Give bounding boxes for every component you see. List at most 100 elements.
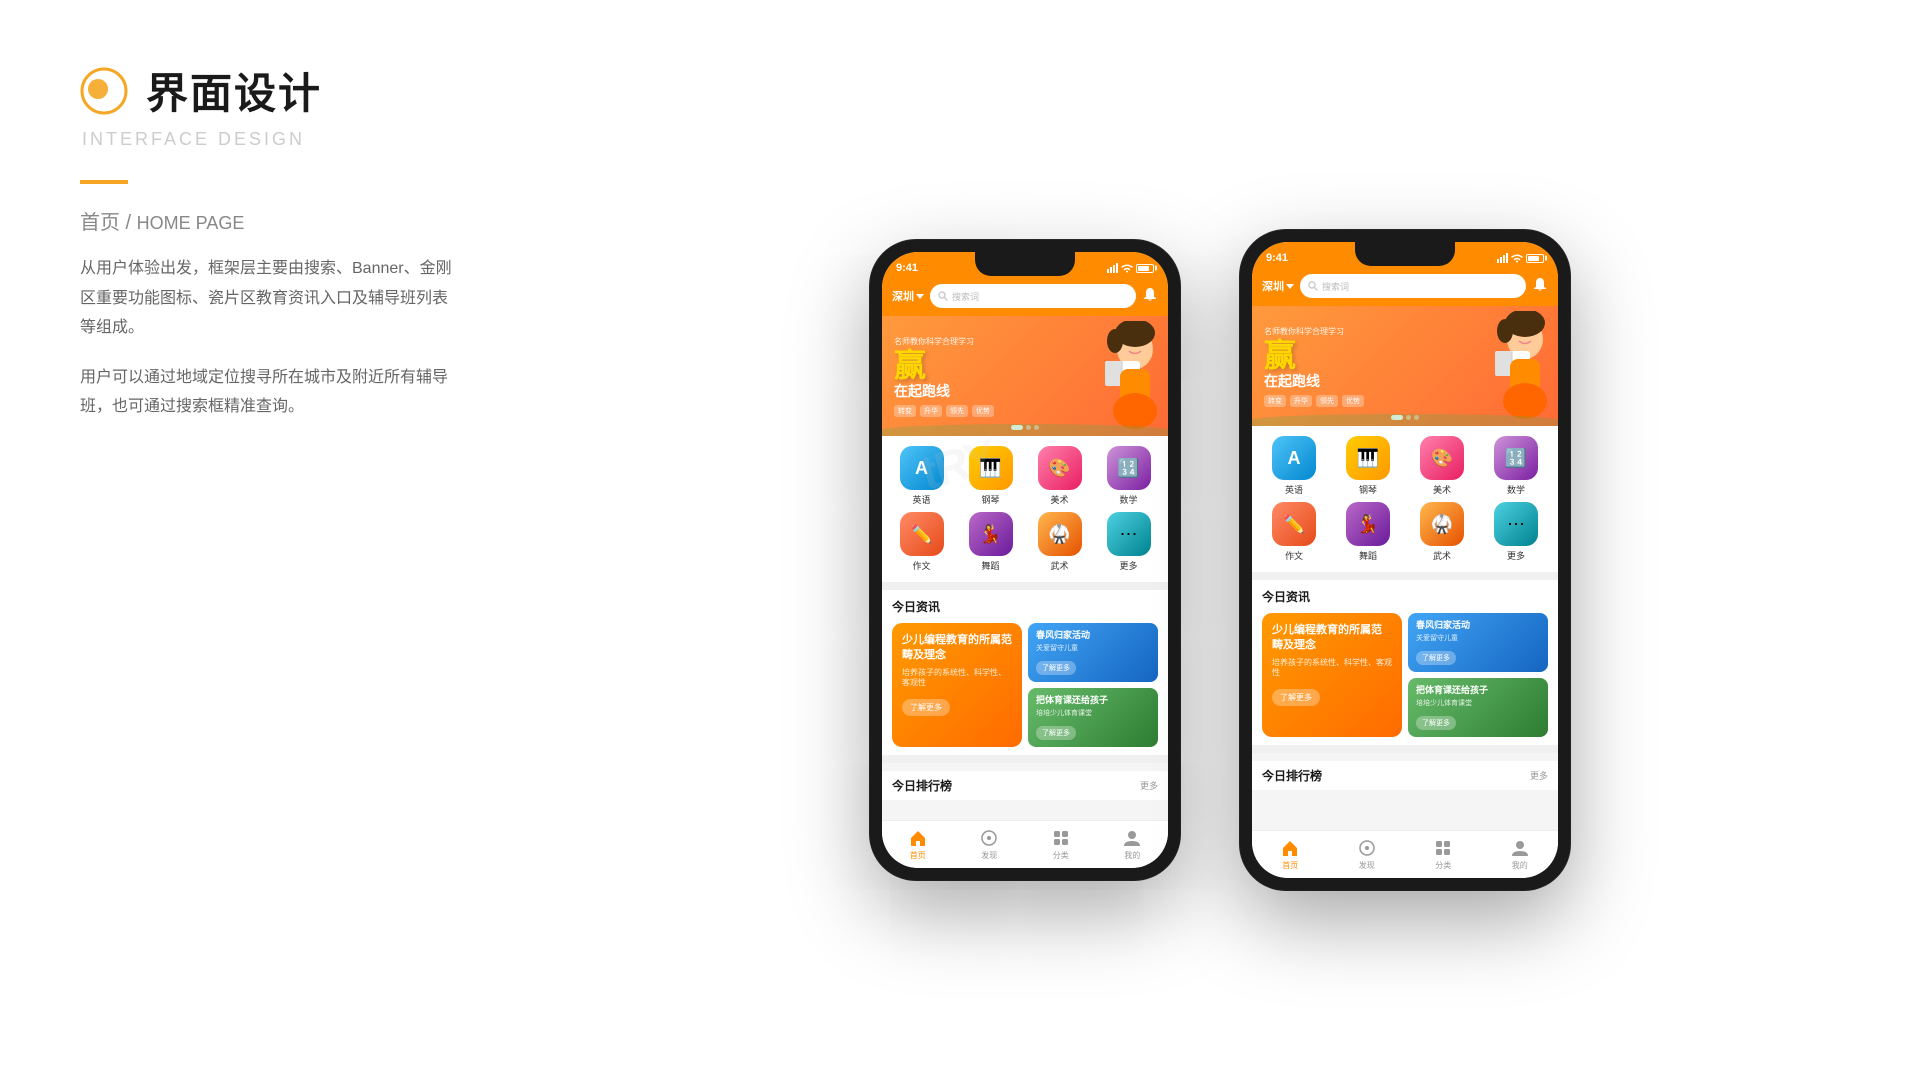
banner-win-char-2: 赢 bbox=[1264, 337, 1296, 373]
icon-martial-box-2: 🥋 bbox=[1420, 502, 1464, 546]
news-small2-desc-1: 培培少儿体育课堂 bbox=[1036, 710, 1150, 718]
icon-item-piano-2[interactable]: 🎹 钢琴 bbox=[1334, 436, 1402, 496]
icon-item-math-1[interactable]: 🔢 数学 bbox=[1097, 446, 1160, 506]
bell-icon-2[interactable] bbox=[1532, 277, 1548, 296]
status-icons-1 bbox=[1107, 263, 1154, 273]
battery-icon-2 bbox=[1526, 254, 1544, 263]
location-1[interactable]: 深圳 bbox=[892, 288, 924, 304]
search-icon-1 bbox=[938, 291, 948, 301]
news-small1-title-2: 春风归家活动 bbox=[1416, 620, 1540, 632]
location-2[interactable]: 深圳 bbox=[1262, 278, 1294, 294]
icon-item-math-2[interactable]: 🔢 数学 bbox=[1482, 436, 1550, 496]
banner-win-char: 赢 bbox=[894, 347, 926, 383]
search-bar-2[interactable]: 搜索词 bbox=[1300, 274, 1526, 298]
icon-item-art-1[interactable]: 🎨 美术 bbox=[1028, 446, 1091, 506]
icon-item-dance-2[interactable]: 💃 舞蹈 bbox=[1334, 502, 1402, 562]
logo-icon bbox=[80, 67, 128, 115]
icon-label-writing-2: 作文 bbox=[1285, 549, 1303, 562]
icon-label-more-2: 更多 bbox=[1507, 549, 1525, 562]
news-big-btn-2[interactable]: 了解更多 bbox=[1272, 689, 1320, 706]
search-placeholder-1: 搜索词 bbox=[952, 290, 979, 303]
icon-item-english-2[interactable]: A 英语 bbox=[1260, 436, 1328, 496]
nav-item-profile-2[interactable]: 我的 bbox=[1482, 838, 1559, 871]
nav-label-category-1: 分类 bbox=[1053, 850, 1069, 861]
ranking-section-2: 今日排行榜 更多 bbox=[1252, 761, 1558, 790]
news-card-blue-2[interactable]: 春风归家活动 关爱留守儿童 了解更多 bbox=[1408, 613, 1548, 672]
news-small1-desc-2: 关爱留守儿童 bbox=[1416, 635, 1540, 643]
search-icon-2 bbox=[1308, 281, 1318, 291]
news-section-2: 今日资讯 少儿编程教育的所属范畴及理念 培养孩子的系统性、科学性、客观性 了解更… bbox=[1252, 580, 1558, 745]
nav-item-discover-2[interactable]: 发现 bbox=[1329, 838, 1406, 871]
discover-icon-1 bbox=[979, 828, 999, 848]
page-title-en: INTERFACE DESIGN bbox=[82, 129, 460, 150]
nav-label-home-1: 首页 bbox=[910, 850, 926, 861]
news-big-btn-1[interactable]: 了解更多 bbox=[902, 699, 950, 716]
icon-item-piano-1[interactable]: 🎹 钢琴 bbox=[959, 446, 1022, 506]
icon-item-writing-2[interactable]: ✏️ 作文 bbox=[1260, 502, 1328, 562]
news-small1-title-1: 春风归家活动 bbox=[1036, 630, 1150, 642]
news-small2-desc-2: 培培少儿体育课堂 bbox=[1416, 700, 1540, 708]
phone-screen-1: 9:41 深圳 bbox=[882, 252, 1168, 868]
news-card-big-1[interactable]: 少儿编程教育的所属范畴及理念 培养孩子的系统性、科学性、客观性 了解更多 bbox=[892, 623, 1022, 747]
battery-icon-1 bbox=[1136, 264, 1154, 273]
news-small1-btn-1[interactable]: 了解更多 bbox=[1036, 661, 1076, 675]
icon-item-more-2[interactable]: ⋯ 更多 bbox=[1482, 502, 1550, 562]
banner-1: 名师教你科学合理学习 赢 在起跑线 转变 升华 领先 优势 bbox=[882, 316, 1168, 436]
nav-item-home-1[interactable]: 首页 bbox=[882, 828, 954, 861]
news-grid-1: 少儿编程教育的所属范畴及理念 培养孩子的系统性、科学性、客观性 了解更多 春风归… bbox=[892, 623, 1158, 747]
ranking-more-1[interactable]: 更多 bbox=[1140, 779, 1158, 792]
nav-item-discover-1[interactable]: 发现 bbox=[954, 828, 1026, 861]
icon-piano-box-2: 🎹 bbox=[1346, 436, 1390, 480]
ranking-more-2[interactable]: 更多 bbox=[1530, 769, 1548, 782]
page-title-cn: 界面设计 bbox=[146, 60, 322, 121]
icon-item-dance-1[interactable]: 💃 舞蹈 bbox=[959, 512, 1022, 572]
phone-mockup-1: 9:41 深圳 bbox=[870, 240, 1180, 880]
app-header-1: 深圳 搜索词 bbox=[882, 280, 1168, 316]
news-big-desc-2: 培养孩子的系统性、科学性、客观性 bbox=[1272, 658, 1392, 679]
banner-tag1: 转变 bbox=[894, 405, 916, 417]
nav-label-category-2: 分类 bbox=[1435, 860, 1451, 871]
banner-tag2-2: 升华 bbox=[1290, 395, 1312, 407]
news-card-green-2[interactable]: 把体育课还给孩子 培培少儿体育课堂 了解更多 bbox=[1408, 678, 1548, 737]
icon-item-art-2[interactable]: 🎨 美术 bbox=[1408, 436, 1476, 496]
icon-writing-box-2: ✏️ bbox=[1272, 502, 1316, 546]
banner-2: 名师教你科学合理学习 赢 在起跑线 转变 升华 领先 优势 bbox=[1252, 306, 1558, 426]
news-small2-btn-1[interactable]: 了解更多 bbox=[1036, 726, 1076, 740]
search-placeholder-2: 搜索词 bbox=[1322, 280, 1349, 293]
banner-tag3: 领先 bbox=[946, 405, 968, 417]
nav-item-category-2[interactable]: 分类 bbox=[1405, 838, 1482, 871]
home-icon-1 bbox=[908, 828, 928, 848]
icon-item-more-1[interactable]: ⋯ 更多 bbox=[1097, 512, 1160, 572]
icon-item-martial-1[interactable]: 🥋 武术 bbox=[1028, 512, 1091, 572]
news-card-big-2[interactable]: 少儿编程教育的所属范畴及理念 培养孩子的系统性、科学性、客观性 了解更多 bbox=[1262, 613, 1402, 737]
icon-label-math-2: 数学 bbox=[1507, 483, 1525, 496]
news-small1-btn-2[interactable]: 了解更多 bbox=[1416, 651, 1456, 665]
news-card-small-1[interactable]: 春风归家活动 关爱留守儿童 了解更多 bbox=[1028, 623, 1158, 682]
nav-item-home-2[interactable]: 首页 bbox=[1252, 838, 1329, 871]
status-time-1: 9:41 bbox=[896, 262, 918, 274]
ranking-title-1: 今日排行榜 bbox=[892, 777, 952, 794]
news-card-small-2[interactable]: 把体育课还给孩子 培培少儿体育课堂 了解更多 bbox=[1028, 688, 1158, 747]
nav-item-profile-1[interactable]: 我的 bbox=[1097, 828, 1169, 861]
icon-math-box-2: 🔢 bbox=[1494, 436, 1538, 480]
bell-icon-1[interactable] bbox=[1142, 287, 1158, 306]
icon-item-writing-1[interactable]: ✏️ 作文 bbox=[890, 512, 953, 572]
section-sep-3 bbox=[1252, 572, 1558, 580]
icons-grid-1: A 英语 🎹 钢琴 🎨 美术 bbox=[890, 446, 1160, 572]
nav-item-category-1[interactable]: 分类 bbox=[1025, 828, 1097, 861]
icon-label-martial-1: 武术 bbox=[1050, 559, 1068, 572]
news-big-title-2: 少儿编程教育的所属范畴及理念 bbox=[1272, 623, 1392, 654]
ranking-header-2: 今日排行榜 更多 bbox=[1262, 767, 1548, 784]
icon-piano-box-1: 🎹 bbox=[969, 446, 1013, 490]
section-heading: 首页 / HOME PAGE bbox=[80, 206, 460, 236]
news-title-1: 今日资讯 bbox=[892, 598, 940, 615]
location-arrow-1 bbox=[916, 294, 924, 299]
search-bar-1[interactable]: 搜索词 bbox=[930, 284, 1136, 308]
icon-item-martial-2[interactable]: 🥋 武术 bbox=[1408, 502, 1476, 562]
news-small2-btn-2[interactable]: 了解更多 bbox=[1416, 716, 1456, 730]
icon-item-english-1[interactable]: A 英语 bbox=[890, 446, 953, 506]
icon-label-martial-2: 武术 bbox=[1433, 549, 1451, 562]
section-sep-2 bbox=[882, 755, 1168, 763]
status-time-2: 9:41 bbox=[1266, 252, 1288, 264]
icon-label-writing-1: 作文 bbox=[912, 559, 930, 572]
